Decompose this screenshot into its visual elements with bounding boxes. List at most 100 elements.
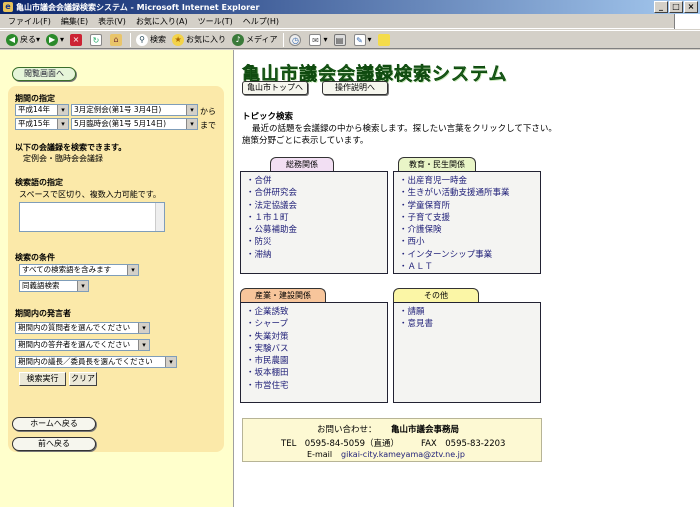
category-box-industry-construction: ・企業誘致 ・シャープ ・失業対策 ・実験バス ・市民農園 ・坂本棚田 ・市営住宅 [240,302,388,403]
topic-link[interactable]: ・子育て支援 [399,212,540,224]
contact-email-link[interactable]: gikai-city.kameyama@ztv.ne.jp [341,450,465,459]
topic-link[interactable]: ・学童保育所 [399,200,540,212]
condition-select[interactable]: すべての検索語を含みます [19,264,139,276]
topic-link[interactable]: ・西小 [399,236,540,248]
topic-link[interactable]: ・合併 [246,175,387,187]
instructions-link[interactable]: 操作説明へ [322,81,388,95]
home-icon: ⌂ [110,33,123,46]
topic-line-2: 施策分野ごとに表示しています。 [242,136,369,146]
topic-link[interactable]: ・ＡＬＴ [399,261,540,273]
home-button[interactable]: ⌂ [110,33,124,46]
print-icon: ▤ [333,33,346,46]
menu-bar: ファイル(F) 編集(E) 表示(V) お気に入り(A) ツール(T) ヘルプ(… [0,14,700,29]
topic-link[interactable]: ・生きがい活動支援通所事業 [399,187,540,199]
media-label: メディア [246,35,278,44]
history-button[interactable]: ◷ [289,33,303,46]
contact-org: 亀山市議会事務局 [391,425,460,435]
topic-link[interactable]: ・１市１町 [246,212,387,224]
synonym-select[interactable]: 同義語検索 [19,280,89,292]
browser-toolbar: ◀ 戻る ▾ ▶ ▾ × ↻ ⌂ ⚲ 検索 ★ お気に入り ♪ メディア ◷ ✉… [0,30,700,49]
topic-link[interactable]: ・シャープ [246,318,387,330]
search-execute-button[interactable]: 検索実行 [19,372,66,386]
category-box-other: ・請願 ・意見書 [393,302,541,403]
edit-icon: ✎ [353,33,366,46]
menu-tools[interactable]: ツール(T) [198,16,233,27]
window-title: 亀山市議会会議録検索システム - Microsoft Internet Expl… [16,2,260,12]
topic-link[interactable]: ・市営住宅 [246,380,387,392]
chair-select[interactable]: 期間内の議長／委員長を選んでください [15,356,177,368]
back-label: 戻る [20,35,36,44]
favorites-button[interactable]: ★ お気に入り [172,33,226,46]
kameyama-top-link[interactable]: 亀山市トップへ [242,81,308,95]
refresh-button[interactable]: ↻ [90,33,104,46]
forward-arrow-icon: ▶ [46,33,59,46]
topic-link[interactable]: ・出産育児一時金 [399,175,540,187]
window-titlebar: e 亀山市議会会議録検索システム - Microsoft Internet Ex… [0,0,700,14]
chevron-down-icon[interactable]: ▾ [323,35,327,44]
topic-link[interactable]: ・防災 [246,236,387,248]
contact-email-label: E-mail [307,450,333,459]
topic-link[interactable]: ・滞納 [246,249,387,261]
topic-link[interactable]: ・意見書 [399,318,540,330]
chevron-down-icon[interactable]: ▾ [36,35,40,44]
answerer-select[interactable]: 期間内の答弁者を選んでください [15,339,150,351]
search-form-panel: 期間の指定 平成14年 3月定例会(第1号 3月4日) から 平成15年 5月臨… [8,86,224,452]
stop-icon: × [70,33,83,46]
close-button[interactable]: × [684,1,698,13]
home-return-button[interactable]: ホームへ戻る [12,417,96,431]
from-year-select[interactable]: 平成14年 [15,104,69,116]
history-icon: ◷ [289,33,302,46]
topic-link[interactable]: ・介護保険 [399,224,540,236]
stop-button[interactable]: × [70,33,84,46]
media-button[interactable]: ♪ メディア [232,33,278,46]
maximize-button[interactable]: □ [669,1,683,13]
view-screen-button[interactable]: 閲覧画面へ [12,67,76,81]
contact-tel: TEL 0595-84-5059（直通） [281,439,400,449]
category-list-industry-construction: ・企業誘致 ・シャープ ・失業対策 ・実験バス ・市民農園 ・坂本棚田 ・市営住宅 [241,303,387,392]
keyword-heading: 検索語の指定 [15,178,63,187]
topic-link[interactable]: ・インターンシップ事業 [399,249,540,261]
main-content: 亀山市議会会議録検索システム 亀山市トップへ 操作説明へ トピック検索 最近の話… [234,50,700,507]
to-year-select[interactable]: 平成15年 [15,118,69,130]
topic-link[interactable]: ・法定協議会 [246,200,387,212]
chevron-down-icon[interactable]: ▾ [368,35,372,44]
menu-view[interactable]: 表示(V) [98,16,126,27]
from-session-select[interactable]: 3月定例会(第1号 3月4日) [71,104,198,116]
back-button[interactable]: ◀ 戻る ▾ [6,33,40,46]
search-button[interactable]: ⚲ 検索 [136,33,166,46]
contact-fax: FAX 0595-83-2203 [421,439,506,449]
topic-line-1: 最近の話題を会議録の中から検索します。探したい言葉をクリックして下さい。 [252,124,557,134]
topic-link[interactable]: ・市民農園 [246,355,387,367]
menu-file[interactable]: ファイル(F) [8,16,51,27]
topic-link[interactable]: ・合併研究会 [246,187,387,199]
category-tab-education-welfare: 教育・民生関係 [398,157,476,171]
print-button[interactable]: ▤ [333,33,348,46]
category-tab-industry-construction: 産業・建設関係 [240,288,326,302]
questioner-select[interactable]: 期間内の質問者を選んでください [15,322,150,334]
topic-link[interactable]: ・企業誘致 [246,306,387,318]
searchable-desc: 定例会・臨時会会議録 [23,154,103,163]
keyword-textarea[interactable] [19,202,165,232]
topic-link[interactable]: ・実験バス [246,343,387,355]
messenger-button[interactable] [377,33,392,46]
to-session-select[interactable]: 5月臨時会(第1号 5月14日) [71,118,198,130]
menu-favorites[interactable]: お気に入り(A) [136,16,188,27]
clear-button[interactable]: クリア [69,372,97,386]
mail-button[interactable]: ✉ ▾ [309,33,328,46]
category-list-other: ・請願 ・意見書 [394,303,540,331]
topic-link[interactable]: ・失業対策 [246,331,387,343]
previous-button[interactable]: 前へ戻る [12,437,96,451]
category-box-education-welfare: ・出産育児一時金 ・生きがい活動支援通所事業 ・学童保育所 ・子育て支援 ・介護保険 ・西… [393,171,541,274]
topic-link[interactable]: ・公募補助金 [246,224,387,236]
topic-link[interactable]: ・坂本棚田 [246,367,387,379]
ie-icon: e [3,2,13,12]
menu-edit[interactable]: 編集(E) [61,16,88,27]
period-heading: 期間の指定 [15,94,55,103]
chevron-down-icon[interactable]: ▾ [60,35,64,44]
minimize-button[interactable]: _ [654,1,668,13]
menu-help[interactable]: ヘルプ(H) [243,16,279,27]
edit-button[interactable]: ✎ ▾ [353,33,372,46]
forward-button[interactable]: ▶ ▾ [46,33,64,46]
condition-heading: 検索の条件 [15,253,55,262]
topic-link[interactable]: ・請願 [399,306,540,318]
